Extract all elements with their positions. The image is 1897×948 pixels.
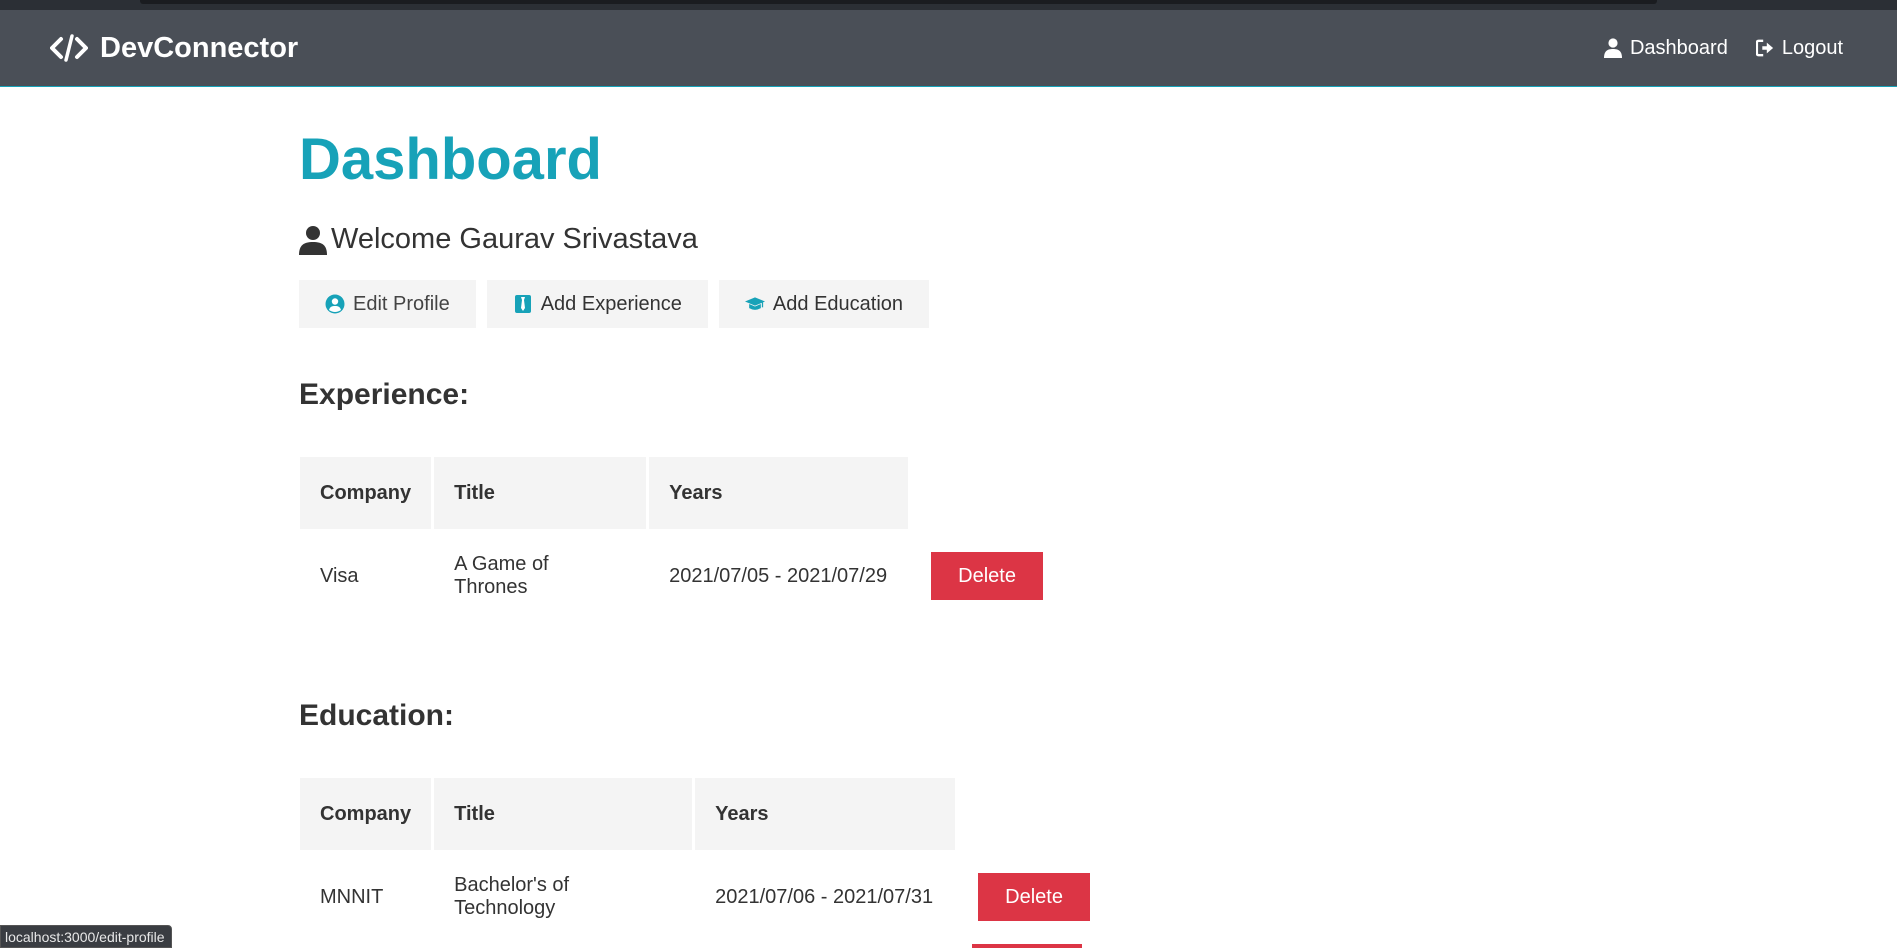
experience-heading: Experience: <box>299 378 470 411</box>
education-table: Company Title Years MNNIT Bachelor's of … <box>297 775 1113 944</box>
column-header-company: Company <box>300 457 432 529</box>
dash-buttons: Edit Profile Add Experience Add Educatio… <box>299 280 1599 328</box>
welcome-message: Welcome Gaurav Srivastava <box>299 223 1599 256</box>
column-header-title: Title <box>434 778 693 850</box>
experience-years: 2021/07/05 - 2021/07/29 <box>669 564 888 587</box>
education-title: Bachelor's of Technology <box>454 874 570 919</box>
dashboard-container: Dashboard Welcome Gaurav Srivastava Edit… <box>299 87 1599 944</box>
nav-links: Dashboard Logout <box>1603 36 1843 60</box>
table-row: Visa A Game of Thrones 2021/07/05 - 2021… <box>300 532 1063 620</box>
briefcase-icon <box>514 295 531 313</box>
edit-profile-label: Edit Profile <box>353 292 450 315</box>
experience-table: Company Title Years Visa A Game of Thron… <box>297 454 1066 623</box>
browser-top-bar <box>140 0 1657 4</box>
education-years: 2021/07/06 - 2021/07/31 <box>715 885 934 908</box>
nav-logout-label: Logout <box>1781 36 1843 59</box>
add-education-label: Add Education <box>772 292 904 315</box>
experience-company: Visa <box>320 564 359 587</box>
experience-title: A Game of Thrones <box>454 553 549 598</box>
add-experience-button[interactable]: Add Experience <box>486 280 708 328</box>
navbar: DevConnector Dashboard Logout <box>0 10 1897 87</box>
education-heading: Education: <box>299 699 454 732</box>
user-icon <box>299 225 327 255</box>
brand-name: DevConnector <box>100 31 299 64</box>
delete-experience-button[interactable]: Delete <box>931 552 1043 600</box>
nav-dashboard-link[interactable]: Dashboard <box>1603 36 1728 60</box>
add-education-button[interactable]: Add Education <box>718 280 930 328</box>
delete-education-button[interactable]: Delete <box>978 873 1090 921</box>
page-title: Dashboard <box>299 127 602 192</box>
education-company: MNNIT <box>320 885 384 908</box>
browser-top-strip <box>0 0 1897 10</box>
user-icon <box>1603 38 1622 58</box>
column-header-actions <box>958 778 1110 850</box>
column-header-company: Company <box>300 778 432 850</box>
browser-status-bar: localhost:3000/edit-profile <box>0 925 172 948</box>
column-header-years: Years <box>649 457 909 529</box>
code-icon <box>50 34 88 62</box>
delete-account-button[interactable] <box>972 944 1082 948</box>
edit-profile-button[interactable]: Edit Profile <box>299 280 476 328</box>
experience-actions: Delete <box>911 532 1063 620</box>
add-experience-label: Add Experience <box>540 292 682 315</box>
nav-logout-link[interactable]: Logout <box>1755 36 1843 60</box>
table-row: MNNIT Bachelor's of Technology 2021/07/0… <box>300 853 1110 941</box>
column-header-title: Title <box>434 457 647 529</box>
table-header-row: Company Title Years <box>300 778 1110 850</box>
welcome-text: Welcome Gaurav Srivastava <box>331 223 698 255</box>
user-circle-icon <box>325 294 345 314</box>
sign-out-icon <box>1755 39 1773 57</box>
graduation-cap-icon <box>744 297 765 310</box>
table-header-row: Company Title Years <box>300 457 1063 529</box>
nav-dashboard-label: Dashboard <box>1629 36 1728 59</box>
education-actions: Delete <box>958 853 1110 941</box>
brand-link[interactable]: DevConnector <box>50 32 298 65</box>
column-header-actions <box>911 457 1063 529</box>
column-header-years: Years <box>695 778 956 850</box>
